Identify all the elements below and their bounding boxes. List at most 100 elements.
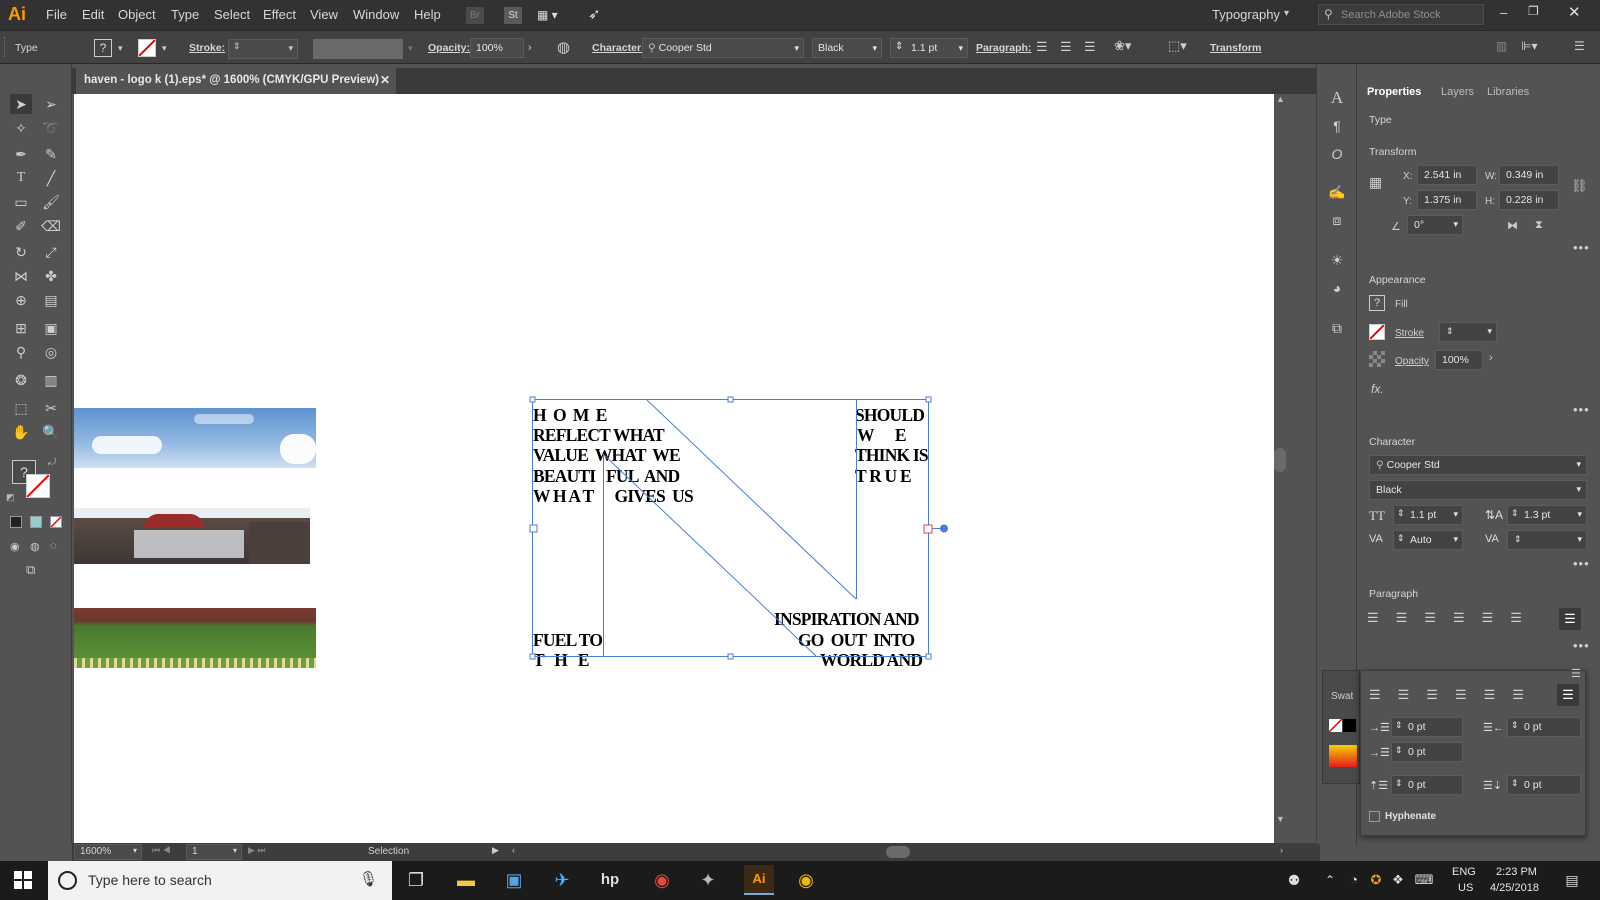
draw-normal-icon[interactable]: ◉ — [10, 540, 20, 553]
curvature-tool-icon[interactable]: ✎ — [40, 144, 62, 164]
action-center-icon[interactable]: ▤ — [1558, 867, 1586, 893]
swatches-panel-stub[interactable]: Swat — [1322, 670, 1360, 784]
character-font-select[interactable]: ⚲ Cooper Std ▾ — [1369, 455, 1587, 475]
font-family-select[interactable]: ⚲ Cooper Std ▾ — [642, 38, 804, 58]
chevron-down-icon[interactable]: ▾ — [162, 43, 167, 54]
grip-handle[interactable] — [4, 37, 8, 57]
gradient-tool-icon[interactable]: ▣ — [40, 318, 62, 338]
justify-all-icon[interactable]: ☰ — [1559, 608, 1581, 630]
eyedropper-tool-icon[interactable]: ⚲ — [10, 342, 32, 362]
menu-view[interactable]: View — [310, 7, 338, 22]
shaper-tool-icon[interactable]: ✐ — [10, 216, 32, 236]
shape-builder-tool-icon[interactable]: ⊕ — [10, 290, 32, 310]
paintbrush-tool-icon[interactable]: 🖌 — [40, 192, 62, 212]
scale-tool-icon[interactable]: ⤢ — [40, 242, 62, 262]
black-swatch[interactable] — [1343, 719, 1356, 732]
flyout-justify-all-icon[interactable]: ☰ — [1557, 684, 1579, 706]
slice-tool-icon[interactable]: ✂ — [40, 398, 62, 418]
opacity-link[interactable]: Opacity — [1395, 356, 1429, 367]
menu-help[interactable]: Help — [414, 7, 441, 22]
draw-behind-icon[interactable]: ◍ — [30, 540, 40, 553]
stroke-stepper[interactable]: ⇕ ▾ — [228, 39, 298, 59]
chevron-right-icon[interactable]: › — [528, 42, 532, 54]
blend-tool-icon[interactable]: ◎ — [40, 342, 62, 362]
transform-options-icon[interactable]: ⬚▾ — [1168, 38, 1187, 54]
scroll-left-icon[interactable]: ‹ — [512, 845, 515, 855]
more-options-icon[interactable]: ••• — [1573, 402, 1590, 417]
panel-menu-icon[interactable]: ☰ — [1574, 39, 1585, 53]
menu-object[interactable]: Object — [118, 7, 156, 22]
status-menu-icon[interactable]: ▶ — [492, 845, 499, 856]
space-before-field[interactable]: ⇕ 0 pt — [1391, 775, 1463, 795]
tracking-field[interactable]: ⇕ ▾ — [1507, 530, 1587, 550]
right-indent-field[interactable]: ⇕ 0 pt — [1507, 717, 1581, 737]
zoom-tool-icon[interactable]: 🔍 — [40, 422, 62, 442]
opentype-icon[interactable]: ❀▾ — [1114, 38, 1131, 54]
scroll-up-icon[interactable]: ▲ — [1276, 94, 1285, 104]
more-options-icon[interactable]: ••• — [1573, 240, 1590, 255]
next-artboard-icon[interactable]: ▶ ⏭ — [248, 845, 266, 856]
chrome-icon[interactable]: ◉ — [648, 867, 676, 893]
leading-field[interactable]: ⇕ 1.3 pt ▾ — [1507, 505, 1587, 525]
type-tool-icon[interactable]: T — [10, 168, 32, 188]
clock-time[interactable]: 2:23 PM — [1496, 866, 1537, 878]
character-styles-icon[interactable]: ⧈ — [1326, 210, 1348, 230]
restore-icon[interactable]: ❐ — [1528, 4, 1539, 18]
none-mode-icon[interactable] — [50, 516, 62, 528]
bridge-icon[interactable]: Br — [466, 7, 484, 24]
swap-fill-stroke-icon[interactable]: ⤾ — [48, 457, 56, 468]
align-left-icon[interactable]: ☰ — [1036, 39, 1048, 55]
character-panel-icon[interactable]: A — [1326, 88, 1348, 108]
chevron-right-icon[interactable]: › — [1489, 352, 1493, 364]
stroke-label[interactable]: Stroke: — [189, 42, 225, 54]
opacity-input[interactable]: 100% — [470, 38, 524, 58]
menu-effect[interactable]: Effect — [263, 7, 296, 22]
task-view-icon[interactable]: ❐ — [402, 867, 430, 893]
pen-tool-icon[interactable]: ✒ — [10, 144, 32, 164]
stock-icon[interactable]: St — [504, 7, 522, 24]
close-tab-icon[interactable]: ✕ — [380, 73, 390, 87]
rotate-tool-icon[interactable]: ↻ — [10, 242, 32, 262]
rotation-angle-field[interactable]: 0° ▾ — [1407, 215, 1463, 235]
stroke-link[interactable]: Stroke — [1395, 328, 1424, 339]
app-shortcut-icon[interactable]: ✈ — [548, 867, 576, 893]
reference-point-icon[interactable]: ▦ — [1369, 174, 1382, 191]
people-icon[interactable]: ⚉ — [1280, 867, 1308, 893]
menu-select[interactable]: Select — [214, 7, 250, 22]
draw-inside-icon[interactable]: ◌ — [50, 540, 57, 552]
constrain-proportions-icon[interactable]: ⛓ — [1571, 178, 1588, 194]
color-panel-icon[interactable]: ◕ — [1326, 278, 1348, 298]
space-after-field[interactable]: ⇕ 0 pt — [1507, 775, 1581, 795]
document-tab[interactable]: haven - logo k (1).eps* @ 1600% (CMYK/GP… — [76, 68, 396, 94]
color-mode-icon[interactable] — [10, 516, 22, 528]
chevron-down-icon[interactable]: ▾ — [408, 43, 413, 54]
character-size-field[interactable]: ⇕ 1.1 pt ▾ — [1393, 505, 1463, 525]
character-label[interactable]: Character: — [592, 42, 645, 54]
fill-unknown-swatch[interactable]: ? — [1369, 295, 1385, 311]
menu-window[interactable]: Window — [353, 7, 399, 22]
selection-tool-icon[interactable]: ➤ — [10, 94, 32, 114]
graph-tool-icon[interactable]: ▥ — [40, 370, 62, 390]
gradient-mode-icon[interactable] — [30, 516, 42, 528]
opacity-label[interactable]: Opacity: — [428, 42, 470, 54]
mesh-tool-icon[interactable]: ⊞ — [10, 318, 32, 338]
artboard-canvas[interactable]: H O M E REFLECT WHAT VALUE WHAT WE BEAUT… — [74, 94, 1274, 843]
effects-fx-button[interactable]: fx. — [1371, 382, 1384, 396]
gradient-swatch[interactable] — [1329, 745, 1357, 767]
vertical-scrollbar-thumb[interactable] — [1274, 448, 1286, 472]
font-style-select[interactable]: Black ▾ — [812, 38, 882, 58]
file-explorer-icon[interactable]: ▬ — [452, 867, 480, 893]
menu-file[interactable]: File — [46, 7, 67, 22]
tab-libraries[interactable]: Libraries — [1487, 86, 1529, 98]
minimize-icon[interactable]: – — [1500, 5, 1507, 20]
input-language-2[interactable]: US — [1458, 882, 1473, 894]
swatches-tab[interactable]: Swat — [1331, 691, 1353, 702]
variable-width-profile[interactable] — [313, 39, 403, 59]
appearance-panel-icon[interactable]: ☀ — [1326, 250, 1348, 270]
screen-mode-icon[interactable]: ⧉ — [26, 562, 35, 578]
paragraph-label[interactable]: Paragraph: — [976, 42, 1031, 54]
height-field[interactable]: 0.228 in — [1499, 190, 1559, 210]
line-tool-icon[interactable]: ╱ — [40, 168, 62, 188]
default-fill-stroke-icon[interactable]: ◩ — [6, 492, 15, 503]
stroke-none-swatch[interactable] — [138, 39, 156, 57]
